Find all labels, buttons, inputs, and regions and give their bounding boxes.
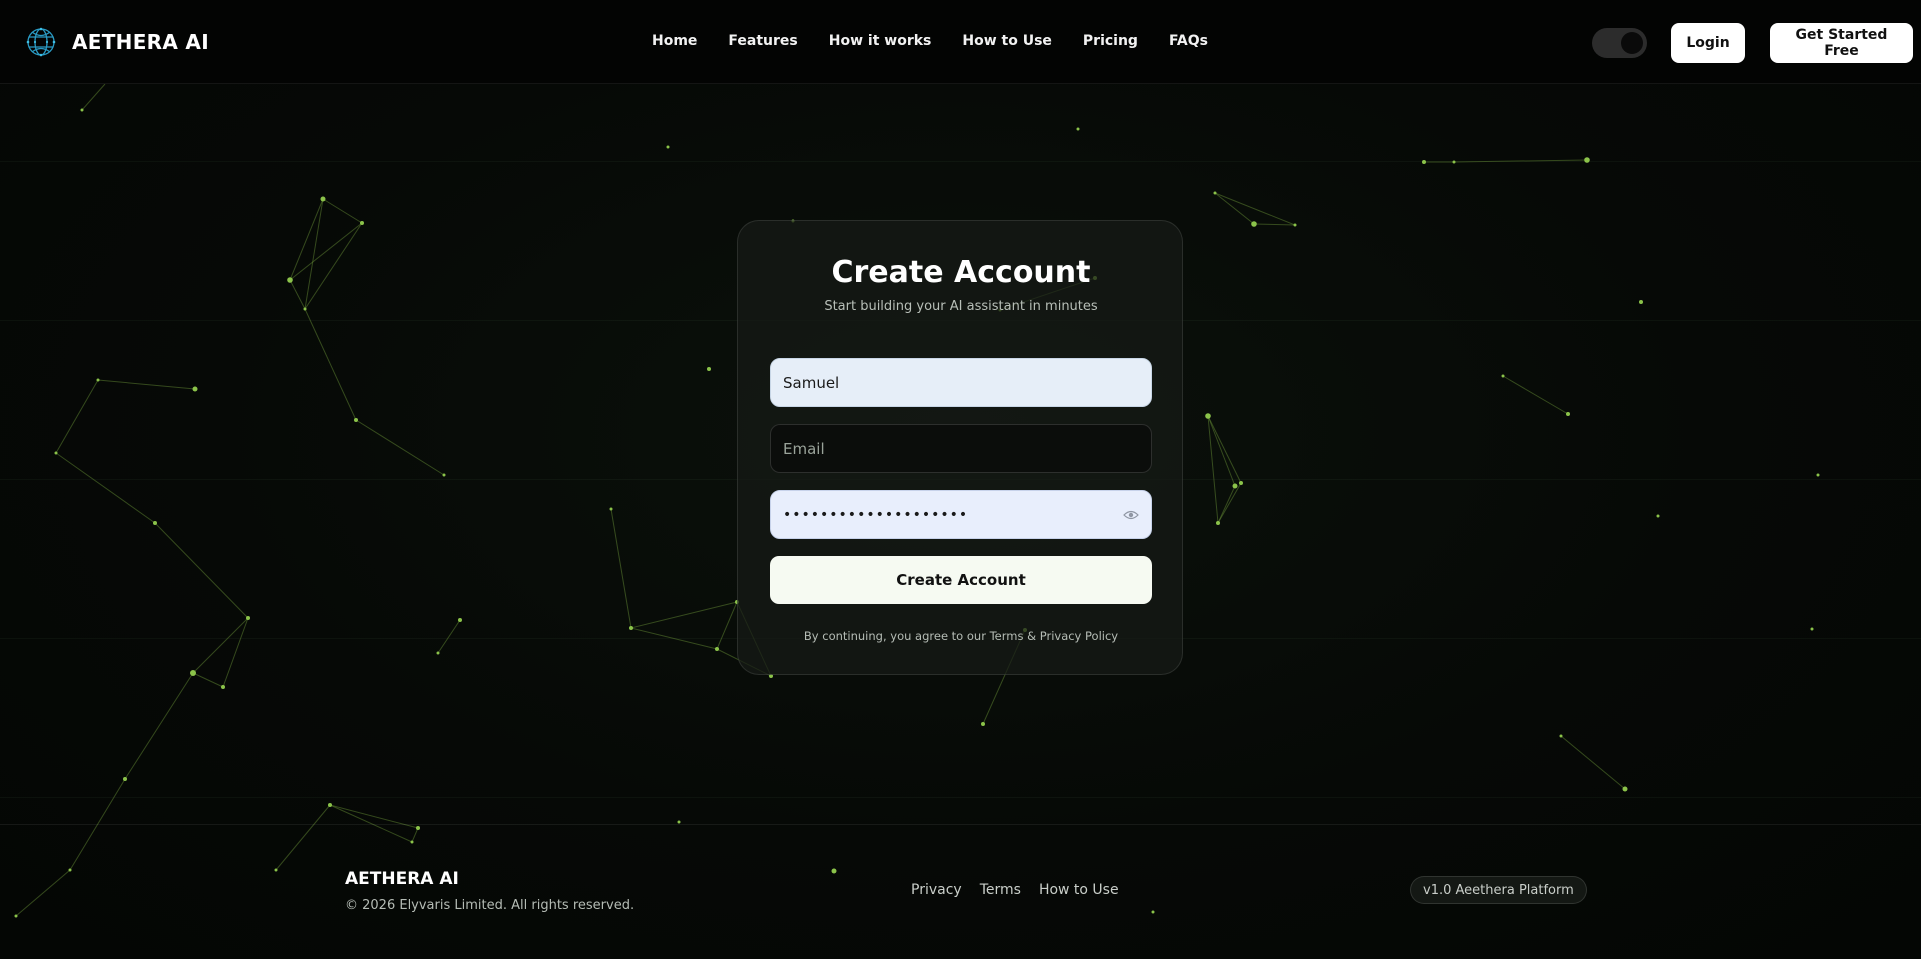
footer-divider xyxy=(0,824,1921,825)
footer-link-how-to-use[interactable]: How to Use xyxy=(1039,882,1119,898)
email-field[interactable] xyxy=(770,424,1152,473)
card-title: Create Account xyxy=(831,255,1091,290)
eye-icon[interactable] xyxy=(1123,509,1139,521)
footer-brand: AETHERA AI xyxy=(345,869,459,889)
footer-copyright: © 2026 Elyvaris Limited. All rights rese… xyxy=(345,898,635,913)
create-account-button[interactable]: Create Account xyxy=(770,556,1152,604)
nav-item-faqs[interactable]: FAQs xyxy=(1169,33,1208,49)
nav-item-home[interactable]: Home xyxy=(652,33,697,49)
login-button[interactable]: Login xyxy=(1671,23,1745,63)
footer-link-privacy[interactable]: Privacy xyxy=(911,882,962,898)
brand[interactable]: AETHERA AI xyxy=(24,25,209,59)
version-badge: v1.0 Aeethera Platform xyxy=(1410,876,1587,904)
terms-text[interactable]: By continuing, you agree to our Terms & … xyxy=(738,629,1184,643)
signup-page: AETHERA AI Home Features How it works Ho… xyxy=(0,0,1921,959)
create-account-card: Create Account Start building your AI as… xyxy=(737,220,1183,675)
neural-globe-icon xyxy=(26,27,56,57)
top-navbar: AETHERA AI Home Features How it works Ho… xyxy=(0,0,1921,84)
nav-item-pricing[interactable]: Pricing xyxy=(1083,33,1138,49)
card-subtitle: Start building your AI assistant in minu… xyxy=(824,299,1098,314)
theme-toggle[interactable] xyxy=(1592,28,1647,58)
toggle-knob xyxy=(1621,32,1643,54)
footer-link-terms[interactable]: Terms xyxy=(980,882,1021,898)
nav-item-how-to-use[interactable]: How to Use xyxy=(962,33,1052,49)
name-field[interactable] xyxy=(770,358,1152,407)
get-started-button[interactable]: Get Started Free xyxy=(1770,23,1913,63)
main-nav: Home Features How it works How to Use Pr… xyxy=(652,33,1239,49)
nav-item-features[interactable]: Features xyxy=(728,33,797,49)
footer-links: Privacy Terms How to Use xyxy=(911,882,1137,898)
password-field[interactable] xyxy=(770,490,1152,539)
nav-item-how-it-works[interactable]: How it works xyxy=(829,33,932,49)
brand-name: AETHERA AI xyxy=(72,30,209,54)
